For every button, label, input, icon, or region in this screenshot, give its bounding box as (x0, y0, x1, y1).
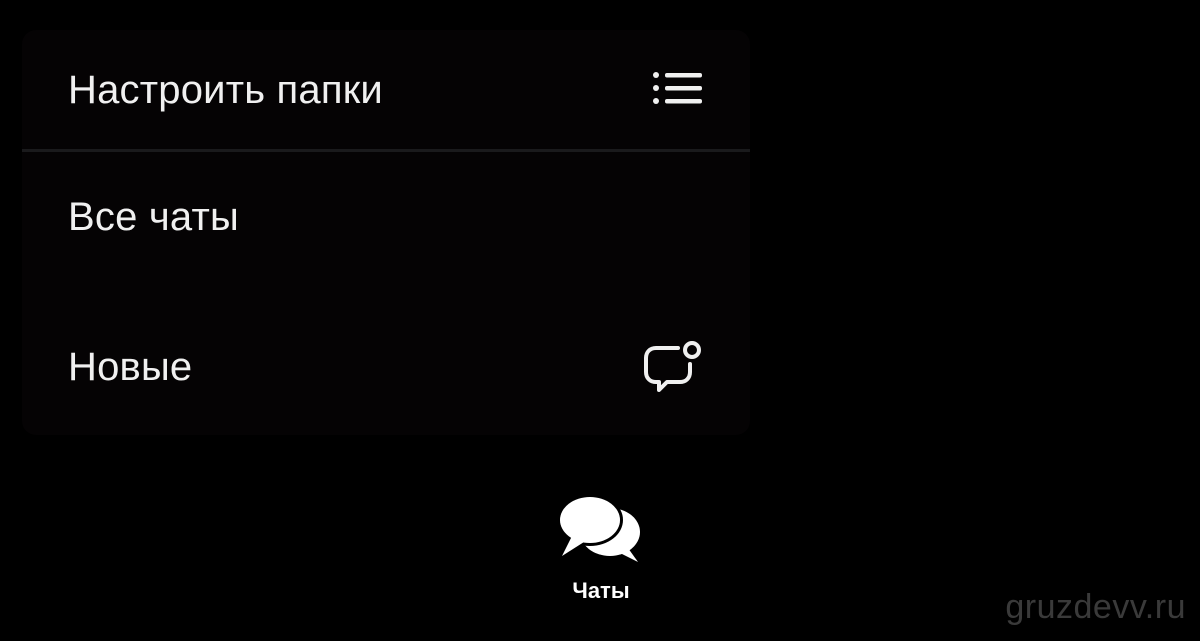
chat-unread-icon (642, 339, 702, 395)
configure-folders-label: Настроить папки (68, 67, 383, 112)
new-chats-item[interactable]: Новые (22, 302, 750, 432)
list-icon (652, 70, 702, 110)
folder-menu: Настроить папки Все чаты Новые (22, 30, 750, 435)
chats-icon (552, 490, 648, 566)
tab-chats-label: Чаты (572, 578, 630, 603)
all-chats-label: Все чаты (68, 194, 239, 239)
configure-folders-item[interactable]: Настроить папки (22, 30, 750, 150)
all-chats-item[interactable]: Все чаты (22, 152, 750, 282)
tab-chats[interactable]: Чаты (540, 478, 662, 618)
new-chats-label: Новые (68, 344, 193, 389)
watermark: gruzdevv.ru (1005, 588, 1186, 626)
